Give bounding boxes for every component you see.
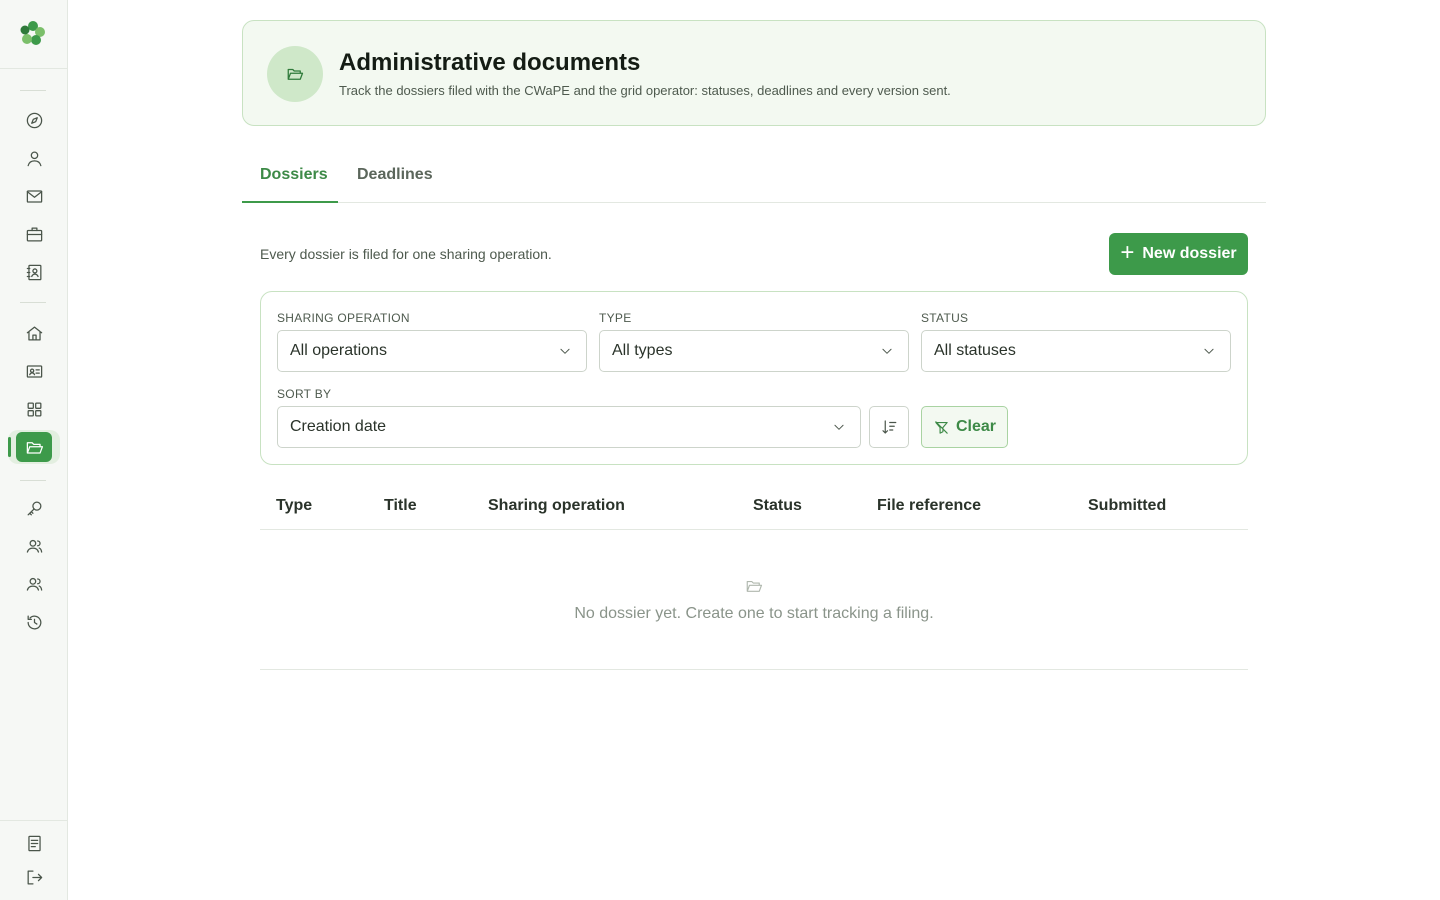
type-filter-select[interactable]: All types xyxy=(599,330,909,372)
folder-open-icon xyxy=(26,441,43,454)
sort-select[interactable]: Creation date xyxy=(277,406,861,448)
nav-contacts[interactable] xyxy=(20,258,48,286)
logout-icon xyxy=(27,870,42,884)
column-type[interactable]: Type xyxy=(276,497,312,515)
sort-value: Creation date xyxy=(290,418,387,435)
sort-direction-button[interactable] xyxy=(869,406,909,448)
empty-state: No dossier yet. Create one to start trac… xyxy=(260,530,1248,670)
nav-access-keys[interactable] xyxy=(20,494,48,522)
sidebar-separator xyxy=(20,90,46,91)
id-card-icon xyxy=(26,364,42,378)
nav-members[interactable] xyxy=(20,357,48,385)
compass-icon xyxy=(26,112,42,128)
nav-users[interactable] xyxy=(20,532,48,560)
status-filter-select[interactable]: All statuses xyxy=(921,330,1231,372)
page-subtitle: Track the dossiers filed with the CWaPE … xyxy=(339,83,951,98)
column-file-reference[interactable]: File reference xyxy=(877,497,981,515)
intro-text: Every dossier is filed for one sharing o… xyxy=(260,246,552,262)
status-filter-label: STATUS xyxy=(921,311,969,325)
nav-profile[interactable] xyxy=(20,144,48,172)
nav-explore[interactable] xyxy=(20,106,48,134)
operation-filter-value: All operations xyxy=(290,342,387,359)
sidebar-divider xyxy=(0,68,68,69)
folder-open-icon xyxy=(746,580,763,592)
status-filter-value: All statuses xyxy=(934,342,1016,359)
nav-active-indicator xyxy=(8,437,11,457)
empty-state-message: No dossier yet. Create one to start trac… xyxy=(574,605,934,622)
history-icon xyxy=(27,615,41,629)
page-header: Administrative documents Track the dossi… xyxy=(242,20,1266,126)
clear-filters-button[interactable]: Clear xyxy=(921,406,1008,448)
sidebar xyxy=(0,0,68,900)
sidebar-separator xyxy=(20,302,46,303)
briefcase-icon xyxy=(26,227,42,241)
filter-off-icon xyxy=(935,420,948,434)
sidebar-separator xyxy=(20,480,46,481)
sort-label: SORT BY xyxy=(277,387,332,401)
nav-home[interactable] xyxy=(20,319,48,347)
clear-filters-label: Clear xyxy=(955,418,997,435)
operation-filter-select[interactable]: All operations xyxy=(277,330,587,372)
nav-docs[interactable] xyxy=(20,829,48,857)
filter-panel: SHARING OPERATION All operations TYPE Al… xyxy=(260,291,1248,465)
user-icon xyxy=(27,151,41,166)
header-icon-badge xyxy=(267,46,323,102)
app-logo[interactable] xyxy=(18,18,48,48)
type-filter-label: TYPE xyxy=(599,311,632,325)
sidebar-divider xyxy=(0,820,68,821)
tab-active-underline xyxy=(242,201,338,203)
new-dossier-button[interactable]: + New dossier xyxy=(1109,233,1248,275)
folder-open-icon xyxy=(287,68,304,80)
page-title: Administrative documents xyxy=(339,49,641,76)
chevron-down-icon xyxy=(834,424,844,430)
type-filter-value: All types xyxy=(612,342,673,359)
team-icon xyxy=(26,577,42,591)
home-icon xyxy=(26,326,42,340)
nav-documents[interactable] xyxy=(16,432,52,462)
column-title[interactable]: Title xyxy=(384,497,417,515)
grid-icon xyxy=(27,402,41,416)
contacts-icon xyxy=(26,264,41,280)
nav-projects[interactable] xyxy=(20,220,48,248)
column-status[interactable]: Status xyxy=(753,497,802,515)
chevron-down-icon xyxy=(882,348,892,354)
key-icon xyxy=(27,501,41,515)
nav-dashboard[interactable] xyxy=(20,395,48,423)
mail-icon xyxy=(26,189,42,203)
table-header: Type Title Sharing operation Status File… xyxy=(260,482,1248,530)
column-submitted[interactable]: Submitted xyxy=(1088,497,1166,515)
nav-logout[interactable] xyxy=(20,863,48,891)
users-icon xyxy=(26,539,42,553)
tab-bar: Dossiers Deadlines xyxy=(242,150,1266,203)
nav-history[interactable] xyxy=(20,608,48,636)
nav-messages[interactable] xyxy=(20,182,48,210)
nav-teams[interactable] xyxy=(20,570,48,598)
sort-descending-icon xyxy=(882,420,897,434)
new-dossier-label: New dossier xyxy=(1142,245,1237,262)
chevron-down-icon xyxy=(560,348,570,354)
document-icon xyxy=(27,835,41,851)
chevron-down-icon xyxy=(1204,348,1214,354)
plus-icon: + xyxy=(1120,239,1135,266)
tab-dossiers[interactable]: Dossiers xyxy=(260,166,328,184)
operation-filter-label: SHARING OPERATION xyxy=(277,311,410,325)
column-sharing-operation[interactable]: Sharing operation xyxy=(488,497,625,515)
tab-deadlines[interactable]: Deadlines xyxy=(357,166,433,184)
